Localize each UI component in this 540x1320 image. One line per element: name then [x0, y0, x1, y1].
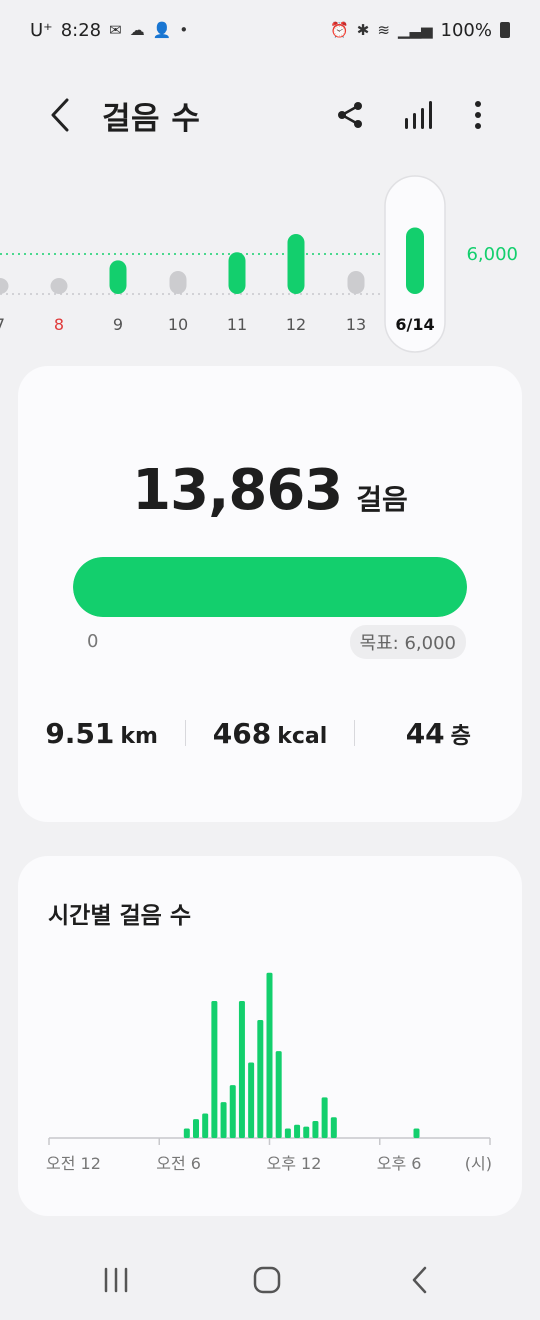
goal-progress-fill: [73, 557, 467, 617]
day-label: 6/14: [395, 315, 434, 334]
x-tick-label: 오전 6: [156, 1154, 201, 1173]
hourly-steps-card[interactable]: 시간별 걸음 수 오전 12 오전 6 오후 12 오후 6 (시): [18, 856, 522, 1216]
day-label: 7: [0, 315, 5, 334]
day-bar: [0, 278, 9, 294]
status-bar: U⁺ 8:28 ✉ ☁ 👤 • ⏰ ✱ ≋ ▁▃▅ 100%: [0, 0, 540, 60]
calories-stat: 468 kcal: [186, 717, 353, 750]
recent-apps-button[interactable]: [86, 1260, 146, 1300]
home-button[interactable]: [237, 1260, 297, 1300]
x-tick-label: 오후 6: [377, 1154, 422, 1173]
status-right: ⏰ ✱ ≋ ▁▃▅ 100%: [330, 20, 510, 41]
day-bar: [50, 278, 68, 294]
stats-row: 9.51 km 468 kcal 44 층: [18, 712, 522, 754]
floors-stat: 44 층: [355, 717, 522, 750]
progress-min-label: 0: [87, 631, 99, 652]
bar-chart-icon: [405, 101, 432, 129]
x-tick-label: 오후 12: [267, 1154, 322, 1173]
hour-bar: [229, 1085, 236, 1138]
steps-summary-card[interactable]: 13,863 걸음 0 목표: 6,000 9.51 km 468 kcal 44 층: [18, 366, 522, 822]
hour-bar: [330, 1117, 337, 1138]
goal-badge[interactable]: 목표: 6,000: [349, 625, 466, 659]
hour-bar: [211, 1001, 218, 1138]
day-bar: [228, 252, 246, 294]
day-label: 13: [346, 315, 366, 334]
cloud-icon: ☁: [129, 21, 145, 39]
day-label: 12: [286, 315, 306, 334]
day-bar: [287, 234, 305, 294]
distance-value: 9.51: [45, 716, 115, 750]
hour-bar: [312, 1121, 319, 1138]
hour-bar: [275, 1051, 282, 1138]
chevron-left-icon: [51, 98, 69, 132]
hour-bar: [248, 1062, 255, 1138]
floors-unit: 층: [450, 723, 471, 749]
day-bar: [347, 270, 365, 294]
app-bar: 걸음 수: [0, 75, 540, 155]
recent-apps-icon: [104, 1267, 128, 1293]
hour-bar: [321, 1097, 328, 1138]
hour-bar: [202, 1113, 209, 1138]
calories-value: 468: [212, 716, 272, 750]
hour-bar: [193, 1119, 199, 1138]
battery-icon: [500, 22, 510, 38]
week-chart: 7 8 9 10 11 12 13 6/14 6,000: [0, 175, 518, 353]
hour-bar: [413, 1128, 420, 1138]
dot-icon: •: [179, 21, 189, 39]
home-icon: [253, 1266, 281, 1294]
share-button[interactable]: [328, 93, 372, 137]
bluetooth-icon: ✱: [356, 21, 370, 39]
distance-unit: km: [120, 723, 158, 749]
message-icon: ✉: [109, 21, 122, 39]
day-bar: [109, 260, 127, 294]
person-icon: 👤: [152, 21, 172, 39]
day-label: 10: [168, 315, 188, 334]
distance-stat: 9.51 km: [18, 717, 185, 750]
wifi-icon: ≋: [377, 21, 390, 39]
calories-unit: kcal: [277, 723, 328, 749]
hour-bar: [294, 1124, 301, 1138]
more-options-button[interactable]: [456, 93, 500, 137]
hour-bar: [266, 972, 273, 1138]
x-tick-label: (시): [465, 1154, 492, 1173]
battery-percent: 100%: [440, 19, 492, 41]
alarm-icon: ⏰: [330, 21, 349, 39]
week-steps-strip[interactable]: 7 8 9 10 11 12 13 6/14 6,000: [0, 170, 540, 360]
page-title: 걸음 수: [102, 100, 201, 137]
share-icon: [338, 102, 362, 128]
carrier-label: U⁺: [30, 19, 53, 41]
hourly-steps-chart: 오전 12 오전 6 오후 12 오후 6 (시): [46, 972, 492, 1173]
signal-icon: ▁▃▅: [397, 21, 433, 39]
status-left: U⁺ 8:28 ✉ ☁ 👤 •: [30, 20, 188, 41]
hour-bar: [220, 1102, 227, 1138]
status-time: 8:28: [60, 19, 102, 41]
system-back-button[interactable]: [390, 1260, 450, 1300]
day-bar: [406, 227, 424, 294]
back-button[interactable]: [40, 95, 80, 135]
back-arrow-icon: [412, 1266, 427, 1294]
trends-button[interactable]: [396, 93, 440, 137]
x-tick-label: 오전 12: [46, 1154, 101, 1173]
hour-bar: [284, 1128, 291, 1138]
day-label: 8: [54, 315, 64, 334]
steps-count: 13,863: [132, 458, 343, 523]
hour-bar: [257, 1019, 264, 1138]
day-bar: [169, 270, 187, 294]
day-label: 9: [113, 315, 123, 334]
steps-unit: 걸음: [356, 483, 408, 516]
goal-value-label: 6,000: [466, 244, 518, 265]
hour-bar: [303, 1126, 310, 1138]
hour-bar: [238, 1001, 245, 1138]
floors-value: 44: [405, 716, 445, 750]
more-vertical-icon: [475, 101, 481, 129]
goal-progress-bar: [73, 557, 467, 617]
day-label: 11: [227, 315, 247, 334]
steps-value-row: 13,863 걸음: [18, 458, 522, 523]
system-nav-bar: [0, 1240, 540, 1320]
hour-bar: [183, 1128, 190, 1138]
